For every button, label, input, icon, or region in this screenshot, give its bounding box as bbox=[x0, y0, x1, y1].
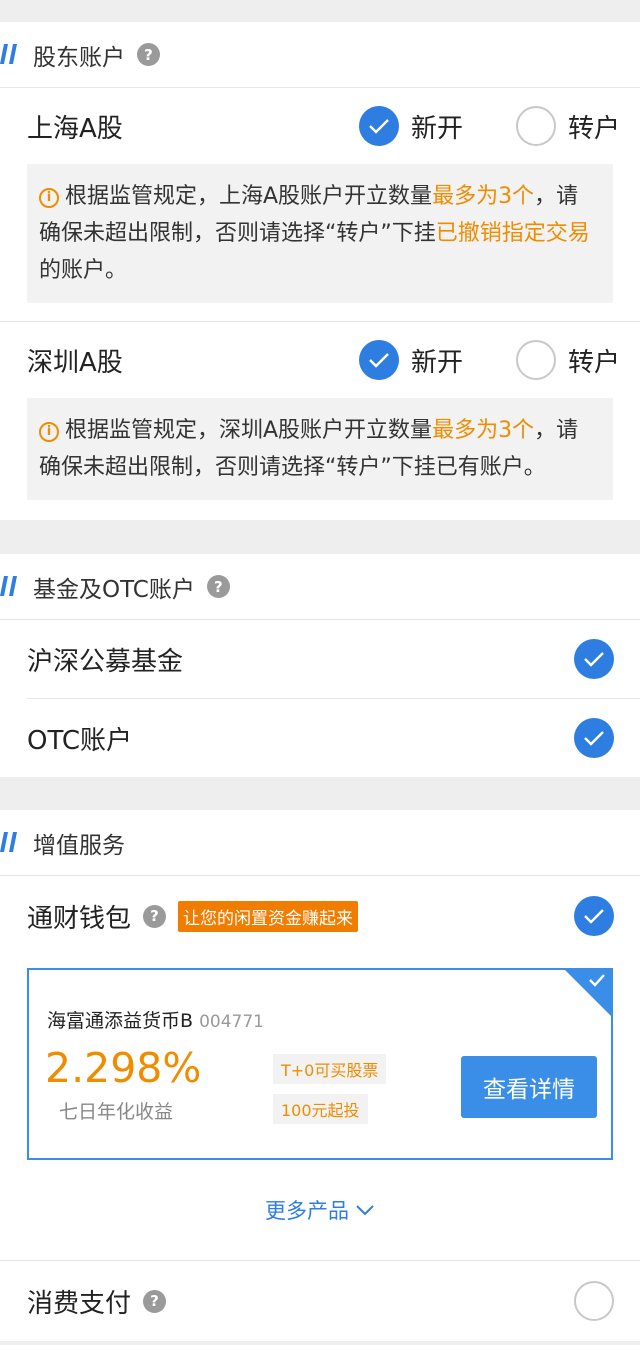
notice-highlight: 最多为3个 bbox=[432, 184, 535, 209]
wallet-row[interactable]: 通财钱包 ? 让您的闲置资金赚起来 bbox=[0, 876, 640, 956]
help-icon[interactable]: ? bbox=[206, 575, 230, 598]
account-name: 深圳A股 bbox=[27, 347, 123, 378]
section-header-shareholder: 股东账户 ? bbox=[0, 22, 640, 88]
section-title: 基金及OTC账户 bbox=[33, 576, 195, 603]
notice-shenzhen: i 根据监管规定，深圳A股账户开立数量最多为3个，请确保未超出限制，否则请选择“转… bbox=[27, 398, 613, 500]
item-label: OTC账户 bbox=[27, 725, 132, 756]
product-tag: T+0可买股票 bbox=[273, 1054, 387, 1084]
more-products-link[interactable]: 更多产品 bbox=[0, 1160, 640, 1260]
account-row-shenzhen: 深圳A股 新开 转户 bbox=[0, 322, 640, 398]
section-title: 增值服务 bbox=[33, 832, 125, 859]
option-label: 新开 bbox=[411, 113, 464, 144]
shareholder-accounts: 上海A股 新开 转户 i 根据监管规定，上海A股账户开立数量最多为3个，请确保未超… bbox=[0, 88, 640, 520]
help-icon[interactable]: ? bbox=[137, 43, 160, 66]
notice-highlight: 最多为3个 bbox=[432, 418, 535, 443]
fund-item-public[interactable]: 沪深公募基金 bbox=[0, 620, 640, 698]
section-gap bbox=[0, 520, 640, 554]
check-icon bbox=[589, 974, 605, 987]
section-header-fund: 基金及OTC账户 ? bbox=[0, 554, 640, 620]
product-rate-label: 七日年化收益 bbox=[59, 1101, 174, 1123]
section-header-value-added: 增值服务 bbox=[0, 810, 640, 876]
notice-text: 根据监管规定，上海A股账户开立数量 bbox=[65, 184, 433, 209]
fund-item-otc[interactable]: OTC账户 bbox=[0, 699, 640, 777]
option-label: 新开 bbox=[411, 347, 464, 378]
product-name: 海富通添益货币B 004771 bbox=[47, 1006, 264, 1033]
option-transfer[interactable]: 转户 bbox=[516, 322, 620, 398]
option-label: 转户 bbox=[568, 347, 621, 378]
checked-circle-icon[interactable] bbox=[574, 718, 614, 758]
unchecked-circle-icon[interactable] bbox=[574, 1281, 614, 1321]
account-row-shanghai: 上海A股 新开 转户 bbox=[0, 88, 640, 164]
unchecked-circle-icon[interactable] bbox=[516, 340, 556, 380]
option-label: 转户 bbox=[568, 113, 621, 144]
product-card[interactable]: 海富通添益货币B 004771 2.298% 七日年化收益 T+0可买股票 10… bbox=[27, 968, 613, 1160]
item-label: 沪深公募基金 bbox=[27, 646, 184, 677]
notice-text: 的账户。 bbox=[39, 258, 128, 283]
checked-circle-icon[interactable] bbox=[574, 896, 614, 936]
payment-label: 消费支付 bbox=[27, 1288, 132, 1319]
payment-row[interactable]: 消费支付 ? bbox=[0, 1261, 640, 1341]
section-gap bbox=[0, 777, 640, 810]
section-title: 股东账户 bbox=[33, 44, 125, 71]
section-mark-icon bbox=[0, 576, 17, 596]
section-mark-icon bbox=[0, 44, 17, 64]
checked-circle-icon[interactable] bbox=[359, 106, 399, 146]
top-gap bbox=[0, 0, 640, 22]
option-new-open[interactable]: 新开 bbox=[359, 88, 463, 164]
view-details-button[interactable]: 查看详情 bbox=[461, 1056, 597, 1118]
info-icon: i bbox=[39, 187, 59, 208]
promo-badge: 让您的闲置资金赚起来 bbox=[178, 900, 359, 932]
product-tag: 100元起投 bbox=[273, 1094, 368, 1124]
product-title: 海富通添益货币B bbox=[47, 1010, 194, 1032]
help-icon[interactable]: ? bbox=[143, 904, 167, 928]
section-mark-icon bbox=[0, 832, 17, 852]
value-added-list: 通财钱包 ? 让您的闲置资金赚起来 海富通添益货币B 004771 2.298%… bbox=[0, 876, 640, 1341]
help-icon[interactable]: ? bbox=[143, 1289, 167, 1313]
product-rate: 2.298% bbox=[45, 1044, 202, 1092]
option-new-open[interactable]: 新开 bbox=[359, 322, 463, 398]
option-transfer[interactable]: 转户 bbox=[516, 88, 620, 164]
checked-circle-icon[interactable] bbox=[359, 340, 399, 380]
chevron-down-icon bbox=[356, 1205, 374, 1216]
notice-text: 根据监管规定，深圳A股账户开立数量 bbox=[65, 418, 433, 443]
fund-list: 沪深公募基金 OTC账户 bbox=[0, 620, 640, 777]
info-icon: i bbox=[39, 421, 59, 442]
account-name: 上海A股 bbox=[27, 113, 123, 144]
more-products-label: 更多产品 bbox=[265, 1199, 349, 1223]
product-code: 004771 bbox=[199, 1012, 264, 1032]
wallet-label: 通财钱包 bbox=[27, 903, 132, 934]
notice-shanghai: i 根据监管规定，上海A股账户开立数量最多为3个，请确保未超出限制，否则请选择“转… bbox=[27, 164, 613, 303]
notice-highlight: 已撤销指定交易 bbox=[435, 221, 590, 246]
checked-circle-icon[interactable] bbox=[574, 639, 614, 679]
unchecked-circle-icon[interactable] bbox=[516, 106, 556, 146]
